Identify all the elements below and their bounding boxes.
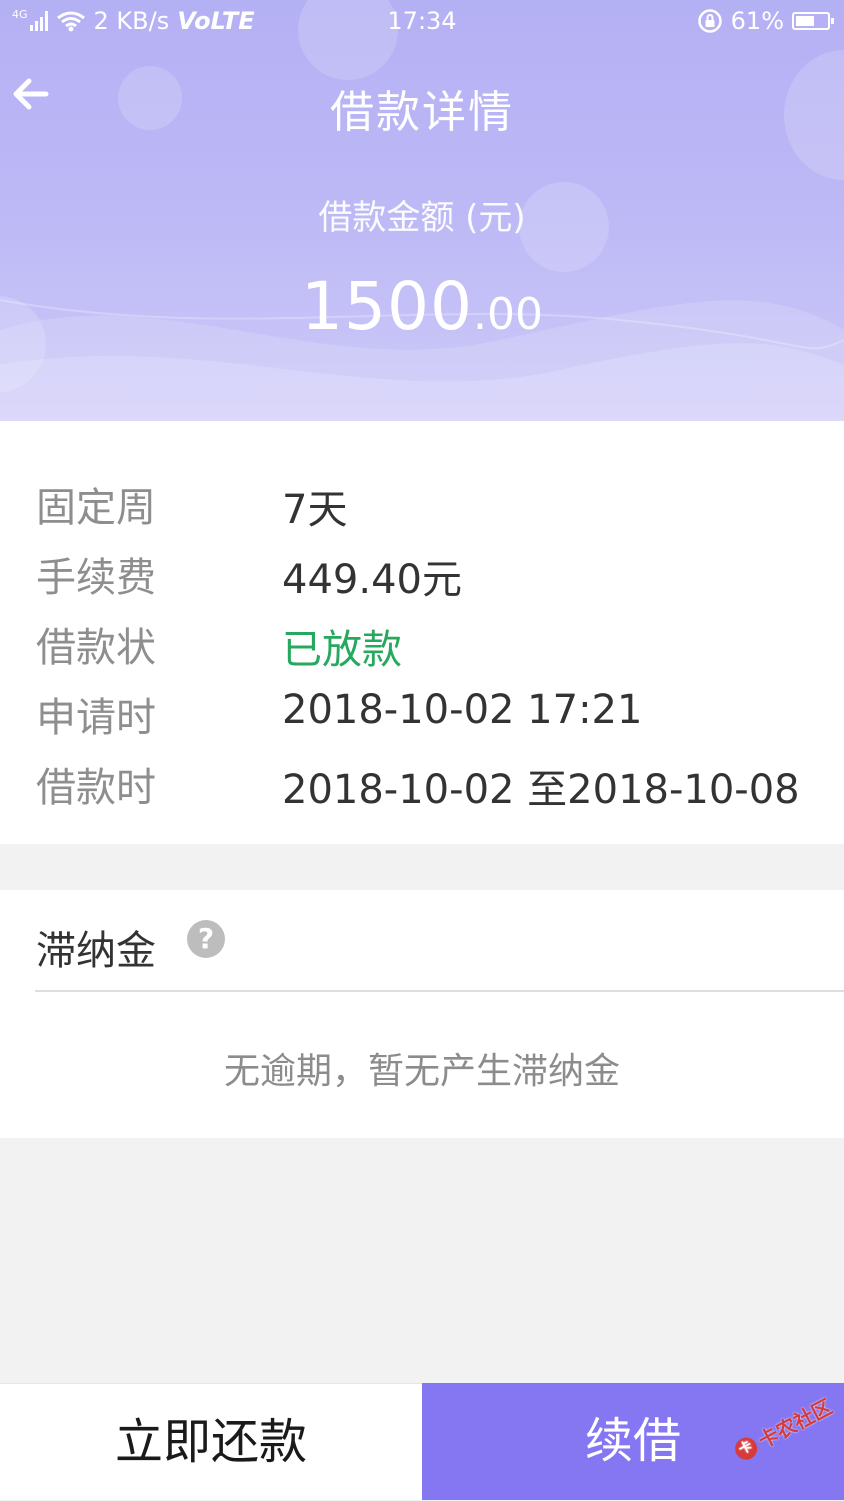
detail-value: 2018-10-02 至2018-10-08 (282, 767, 800, 813)
status-bar: 4G 2 KB/s VoLTE 17:34 61% (0, 0, 844, 44)
loan-amount: 1500.00 (0, 268, 844, 345)
battery-icon (792, 12, 834, 30)
detail-label: 借款时 (36, 765, 156, 811)
page-title: 借款详情 (330, 87, 514, 138)
loan-details: 固定周 7天 手续费 449.40元 借款状 已放款 申请时 2018-10-0… (0, 421, 844, 844)
help-icon[interactable]: ? (187, 920, 225, 958)
late-fee-empty-text: 无逾期，暂无产生滞纳金 (223, 1051, 620, 1092)
detail-row-apply-time: 申请时 2018-10-02 17:21 (0, 675, 844, 745)
loan-amount-integer: 1500 (301, 268, 473, 345)
loan-header: 4G 2 KB/s VoLTE 17:34 61% 借款详情 借款金额 (元) … (0, 0, 844, 421)
detail-label: 申请时 (36, 695, 156, 741)
detail-value: 7天 (282, 487, 348, 533)
battery-percent: 61% (730, 7, 784, 35)
late-fee-section: 滞纳金 ? 无逾期，暂无产生滞纳金 (0, 890, 844, 1138)
loan-status-value: 已放款 (282, 627, 402, 673)
detail-value: 2018-10-02 17:21 (282, 687, 643, 733)
late-fee-title: 滞纳金 (36, 928, 156, 974)
detail-row-status: 借款状 已放款 (0, 605, 844, 675)
repay-now-button[interactable]: 立即还款 (0, 1383, 422, 1500)
action-bar: 立即还款 续借 (0, 1383, 844, 1500)
divider (35, 990, 844, 992)
loan-amount-decimal: .00 (472, 289, 543, 340)
detail-label: 手续费 (36, 555, 156, 601)
detail-value: 449.40元 (282, 557, 462, 603)
rotation-lock-icon (697, 9, 722, 33)
detail-row-fee: 手续费 449.40元 (0, 535, 844, 605)
detail-label: 固定周 (36, 485, 156, 531)
detail-row-loan-period: 借款时 2018-10-02 至2018-10-08 (0, 745, 844, 815)
loan-amount-label: 借款金额 (元) (318, 198, 526, 238)
detail-row-period: 固定周 7天 (0, 465, 844, 535)
detail-label: 借款状 (36, 625, 156, 671)
